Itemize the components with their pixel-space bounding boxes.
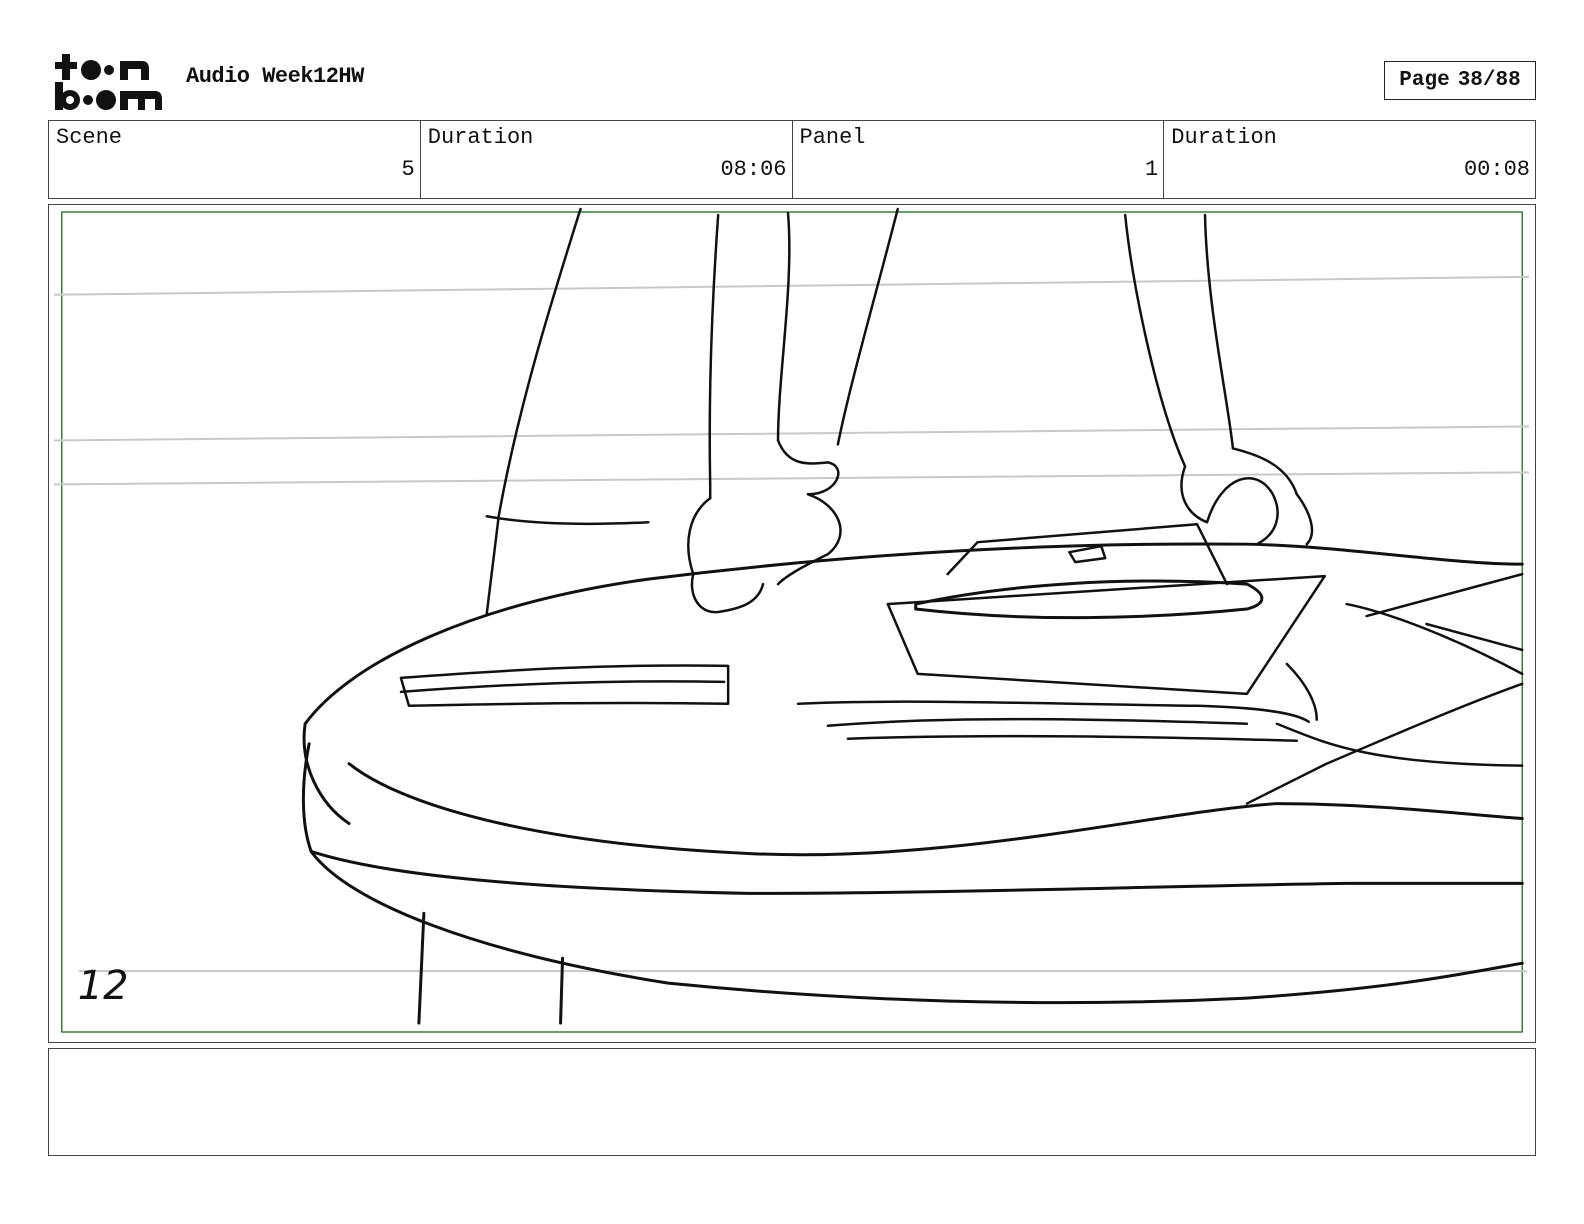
panel-duration-label: Duration bbox=[1171, 125, 1277, 150]
storyboard-panel: 12 bbox=[48, 204, 1536, 1043]
panel-label: Panel bbox=[799, 125, 866, 150]
project-title: Audio Week12HW bbox=[186, 64, 364, 89]
panel-sketch: 12 bbox=[53, 207, 1530, 1033]
scene-label: Scene bbox=[56, 125, 123, 150]
scene-value: 5 bbox=[401, 157, 415, 182]
scene-cell: Scene 5 bbox=[49, 121, 421, 198]
panel-duration-cell: Duration 00:08 bbox=[1164, 121, 1535, 198]
safe-frame bbox=[60, 211, 1524, 1033]
scene-duration-cell: Duration 08:06 bbox=[421, 121, 793, 198]
scene-duration-value: 08:06 bbox=[720, 157, 787, 182]
background-lines bbox=[53, 275, 1530, 973]
panel-notes bbox=[48, 1048, 1536, 1156]
toon-boom-logo bbox=[55, 54, 162, 110]
page-indicator: Page 38/88 bbox=[1384, 61, 1536, 100]
panel-cell: Panel 1 bbox=[793, 121, 1165, 198]
panel-value: 1 bbox=[1145, 157, 1159, 182]
table-items bbox=[399, 522, 1524, 805]
panel-duration-value: 00:08 bbox=[1463, 157, 1530, 182]
scene-info-row: Scene 5 Duration 08:06 Panel 1 Duration … bbox=[48, 120, 1536, 199]
page-label: Page bbox=[1399, 69, 1450, 92]
scene-duration-label: Duration bbox=[427, 125, 534, 150]
page-number: 38/88 bbox=[1457, 69, 1521, 92]
table bbox=[301, 542, 1524, 1025]
sketch-number: 12 bbox=[78, 963, 129, 1009]
